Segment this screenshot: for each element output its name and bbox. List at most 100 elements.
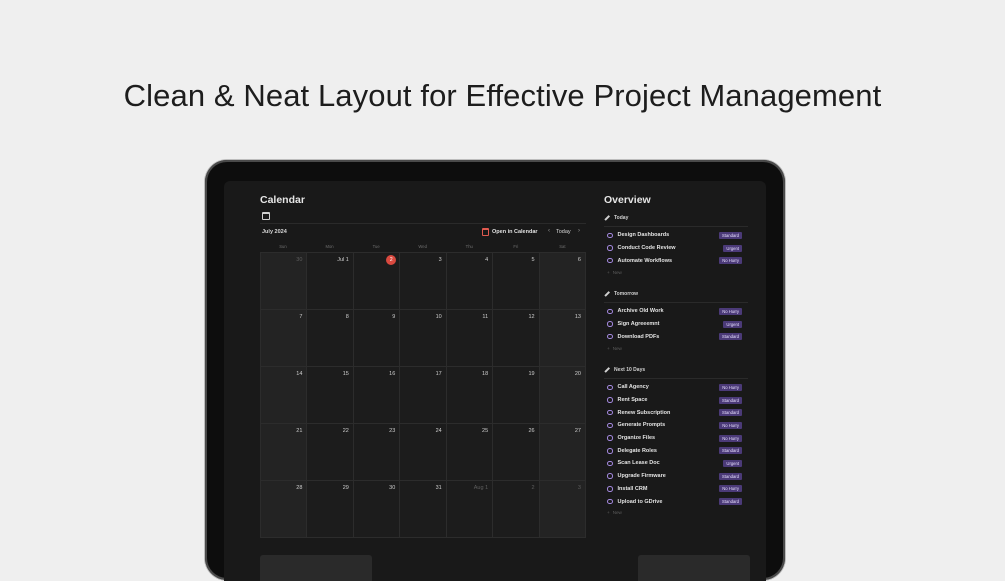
calendar-day-cell[interactable]: 7 xyxy=(261,310,307,366)
calendar-day-cell[interactable]: 31 xyxy=(400,481,446,537)
group-header[interactable]: Today xyxy=(604,213,748,223)
calendar-day-cell[interactable]: 10 xyxy=(400,310,446,366)
task-status-icon[interactable] xyxy=(607,257,613,264)
new-task-label: New xyxy=(612,345,622,351)
group-header[interactable]: Next 10 Days xyxy=(604,365,748,375)
task-status-icon[interactable] xyxy=(607,232,613,239)
task-item[interactable]: Call Agency No Hurry xyxy=(604,381,748,394)
calendar-day-cell[interactable]: 28 xyxy=(261,481,307,537)
task-status-icon[interactable] xyxy=(607,422,613,429)
next-month-button[interactable]: › xyxy=(578,228,580,234)
task-item[interactable]: Conduct Code Review Urgent xyxy=(604,242,748,255)
calendar-day-cell[interactable]: Aug 1 xyxy=(446,481,493,537)
task-item[interactable]: Archive Old Work No Hurry xyxy=(604,305,748,318)
calendar-day-cell[interactable]: 2 xyxy=(353,253,400,309)
calendar-day-cell[interactable]: 16 xyxy=(353,367,400,423)
calendar-day-cell[interactable]: 17 xyxy=(400,367,446,423)
calendar-day-cell[interactable]: 15 xyxy=(307,367,353,423)
calendar-day-cell[interactable]: 25 xyxy=(446,424,493,480)
bottom-card-right[interactable] xyxy=(638,555,750,581)
weekday-label: Mon xyxy=(325,244,334,249)
weekday-label: Wed xyxy=(418,244,427,249)
task-item[interactable]: Delegate Roles Standard xyxy=(604,444,748,457)
task-item[interactable]: Install CRM No Hurry xyxy=(604,483,748,496)
group-title: Tomorrow xyxy=(614,291,639,297)
task-label: Call Agency xyxy=(617,384,649,391)
calendar-day-cell[interactable]: 12 xyxy=(493,310,539,366)
task-status-icon[interactable] xyxy=(607,498,613,505)
calendar-day-cell[interactable]: 27 xyxy=(539,424,585,480)
calendar-day-cell[interactable]: 22 xyxy=(307,424,353,480)
bottom-card-left[interactable] xyxy=(260,555,372,581)
day-number: 24 xyxy=(435,428,442,434)
task-status-icon[interactable] xyxy=(607,308,613,315)
prev-month-button[interactable]: ‹ xyxy=(548,228,550,234)
task-status-icon[interactable] xyxy=(607,245,613,251)
calendar-day-cell[interactable]: 19 xyxy=(493,367,539,423)
task-status-icon[interactable] xyxy=(607,384,613,391)
new-task-button[interactable]: + New xyxy=(607,508,748,518)
calendar-day-cell[interactable]: 13 xyxy=(539,310,585,366)
today-button[interactable]: Today xyxy=(556,229,571,235)
calendar-day-cell[interactable]: 30 xyxy=(261,253,307,309)
calendar-day-cell[interactable]: 5 xyxy=(493,253,539,309)
calendar-day-cell[interactable]: 2 xyxy=(493,481,539,537)
new-task-button[interactable]: + New xyxy=(607,343,748,353)
calendar-day-cell[interactable]: 3 xyxy=(400,253,446,309)
calendar-day-cell[interactable]: 23 xyxy=(353,424,400,480)
day-number: 29 xyxy=(342,485,349,491)
task-status-icon[interactable] xyxy=(607,409,613,416)
group-header[interactable]: Tomorrow xyxy=(604,289,748,299)
task-status-icon[interactable] xyxy=(607,321,613,327)
pencil-icon xyxy=(604,215,610,221)
task-status-icon[interactable] xyxy=(607,486,613,492)
open-in-calendar-button[interactable]: Open in Calendar xyxy=(482,228,538,236)
calendar-icon[interactable] xyxy=(262,212,270,220)
priority-tag: Standard xyxy=(719,409,742,417)
task-status-icon[interactable] xyxy=(607,397,613,403)
plus-icon: + xyxy=(607,269,610,275)
weekday-label: Tue xyxy=(372,244,380,249)
task-status-icon[interactable] xyxy=(607,333,613,340)
calendar-day-cell[interactable]: 14 xyxy=(261,367,307,423)
calendar-day-cell[interactable]: 24 xyxy=(400,424,446,480)
calendar-day-cell[interactable]: 8 xyxy=(307,310,353,366)
priority-tag: Standard xyxy=(719,498,742,506)
task-item[interactable]: Renew Subscription Standard xyxy=(604,406,748,419)
task-status-icon[interactable] xyxy=(607,473,613,479)
calendar-day-cell[interactable]: 3 xyxy=(539,481,585,537)
task-item[interactable]: Sign Agreeemnt Urgent xyxy=(604,318,748,331)
task-item[interactable]: Upgrade Firmware Standard xyxy=(604,470,748,483)
task-label: Upgrade Firmware xyxy=(617,473,666,480)
calendar-day-cell[interactable]: 9 xyxy=(353,310,400,366)
task-status-icon[interactable] xyxy=(607,460,613,467)
task-item[interactable]: Generate Prompts No Hurry xyxy=(604,419,748,432)
task-label: Renew Subscription xyxy=(617,409,671,416)
calendar-day-cell[interactable]: 18 xyxy=(446,367,493,423)
calendar-day-cell[interactable]: 4 xyxy=(446,253,493,309)
calendar-day-cell[interactable]: Jul 1 xyxy=(307,253,353,309)
priority-tag: No Hurry xyxy=(719,434,742,442)
new-task-button[interactable]: + New xyxy=(607,267,748,277)
task-item[interactable]: Scan Lease Doc Urgent xyxy=(604,457,748,470)
task-item[interactable]: Upload to GDrive Standard xyxy=(604,495,748,508)
task-item[interactable]: Organize Files No Hurry xyxy=(604,432,748,445)
task-item[interactable]: Rent Space Standard xyxy=(604,394,748,407)
task-item[interactable]: Design Dashboards Standard xyxy=(604,229,748,242)
calendar-day-cell[interactable]: 6 xyxy=(539,253,585,309)
day-number: 19 xyxy=(528,371,535,377)
calendar-day-cell[interactable]: 11 xyxy=(446,310,493,366)
priority-tag: Urgent xyxy=(723,459,742,467)
calendar-day-cell[interactable]: 30 xyxy=(353,481,400,537)
task-item[interactable]: Download PDFs Standard xyxy=(604,330,748,343)
calendar-day-cell[interactable]: 21 xyxy=(261,424,307,480)
task-status-icon[interactable] xyxy=(607,435,613,441)
task-item[interactable]: Automate Workflows No Hurry xyxy=(604,254,748,267)
task-status-icon[interactable] xyxy=(607,448,613,454)
calendar-day-cell[interactable]: 20 xyxy=(539,367,585,423)
calendar-day-cell[interactable]: 26 xyxy=(493,424,539,480)
day-number: 23 xyxy=(389,428,396,434)
task-label: Delegate Roles xyxy=(617,447,657,454)
day-number: 22 xyxy=(342,428,349,434)
calendar-day-cell[interactable]: 29 xyxy=(307,481,353,537)
